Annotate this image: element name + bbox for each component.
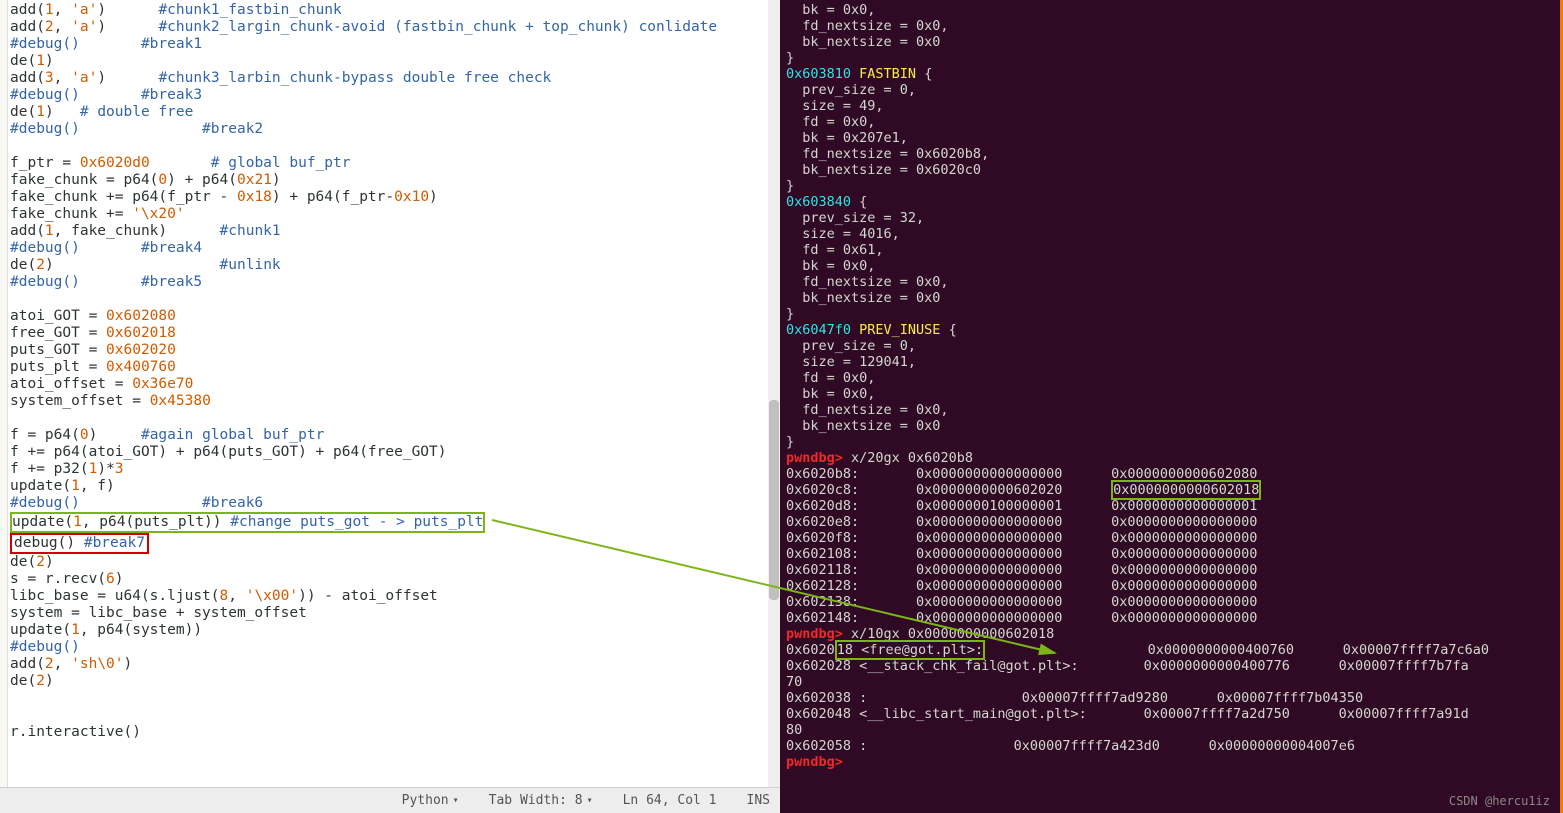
chevron-down-icon: ▾ xyxy=(453,795,459,806)
terminal-output: bk = 0x0, fd_nextsize = 0x0, bk_nextsize… xyxy=(786,2,1554,450)
scrollbar-thumb[interactable] xyxy=(769,400,779,600)
highlighted-got-label: 18 <free@got.plt>: xyxy=(835,640,985,660)
memory-dump-got: 0x602018 <free@got.plt>: 0x0000000000400… xyxy=(786,642,1554,754)
editor-scrollbar[interactable] xyxy=(768,0,780,787)
change-gutter xyxy=(0,0,8,787)
editor-pane: add(1, 'a') #chunk1_fastbin_chunk add(2,… xyxy=(0,0,780,813)
memory-dump-1: 0x6020b8: 0x0000000000000000 0x000000000… xyxy=(786,466,1554,626)
watermark: CSDN @hercu1iz xyxy=(1449,793,1550,809)
edit-mode[interactable]: INS xyxy=(747,793,770,808)
pwndbg-prompt: pwndbg> xyxy=(786,450,843,466)
highlighted-line-green: update(1, p64(puts_plt)) #change puts_go… xyxy=(10,512,485,533)
highlighted-memory-value: 0x0000000000602018 xyxy=(1111,480,1261,500)
tabwidth-selector[interactable]: Tab Width: 8 ▾ xyxy=(489,793,593,808)
editor-status-bar: Python ▾ Tab Width: 8 ▾ Ln 64, Col 1 INS xyxy=(0,787,780,813)
chevron-down-icon: ▾ xyxy=(587,795,593,806)
pwndbg-prompt: pwndbg> xyxy=(786,754,843,770)
terminal-pane[interactable]: bk = 0x0, fd_nextsize = 0x0, bk_nextsize… xyxy=(780,0,1563,813)
code-token: add( xyxy=(10,2,45,18)
code-editor[interactable]: add(1, 'a') #chunk1_fastbin_chunk add(2,… xyxy=(0,0,780,787)
cursor-position[interactable]: Ln 64, Col 1 xyxy=(623,793,717,808)
language-selector[interactable]: Python ▾ xyxy=(402,793,459,808)
highlighted-line-red: debug() #break7 xyxy=(10,533,149,554)
